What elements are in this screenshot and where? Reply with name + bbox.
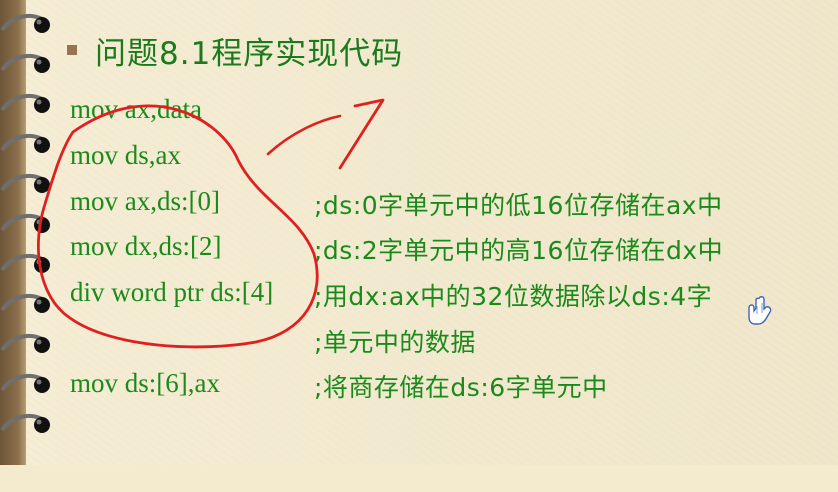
hand-pointer-icon	[748, 296, 772, 325]
red-annotation-drawing	[36, 98, 385, 349]
slide-canvas: 问题8.1程序实现代码 mov ax,data mov ds,ax mov ax…	[0, 0, 838, 465]
